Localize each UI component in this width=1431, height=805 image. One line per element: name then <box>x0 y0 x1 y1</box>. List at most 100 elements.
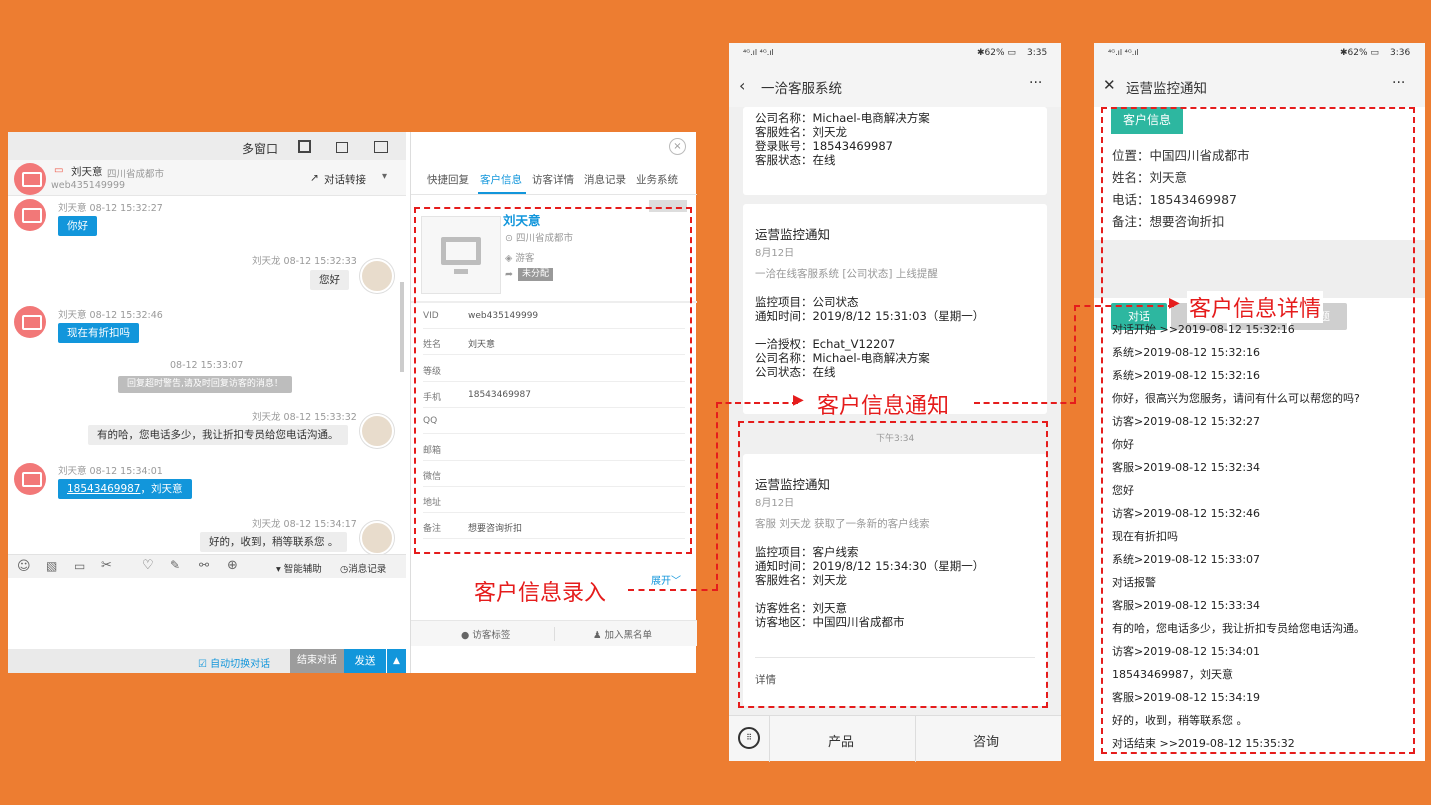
tab-business-system[interactable]: 业务系统 <box>636 172 678 187</box>
folder-icon[interactable]: ▭ <box>74 559 85 573</box>
back-icon[interactable]: ‹ <box>739 76 745 95</box>
battery-status: ✱62% ▭ <box>977 48 1016 58</box>
tab-message-history[interactable]: 消息记录 <box>584 172 626 187</box>
visitor-location: 四川省成都市 <box>107 169 165 180</box>
panel-footer: ● 访客标签 ♟ 加入黑名单 <box>411 620 697 646</box>
annotation-detail: 客户信息详情 <box>1187 291 1324 323</box>
visitor-vid: web435149999 <box>51 180 126 191</box>
chat-header: ▭ 刘天意 四川省成都市 web435149999 ↗ 对话转接 ▾ <box>8 160 406 196</box>
signal-icon: ⁴ᴳ.ıl ⁴ᴳ.ıl <box>743 48 774 57</box>
visitor-avatar <box>14 163 46 195</box>
card-desc: 一洽在线客服系统 [公司状态] 上线提醒 <box>755 268 938 280</box>
clock: 3:36 <box>1390 48 1411 58</box>
notification-card: 公司名称：Michael-电商解决方案 客服姓名：刘天龙 登录账号：185434… <box>743 107 1047 195</box>
expand-button[interactable]: 展开﹀ <box>651 572 681 587</box>
system-time: 08-12 15:33:07 <box>170 360 244 371</box>
history-button[interactable]: ◷消息记录 <box>340 561 386 575</box>
scissors-icon[interactable]: ✂ <box>101 558 112 573</box>
message-meta: 刘天龙 08-12 15:34:17 <box>252 519 357 530</box>
agent-avatar <box>360 521 394 555</box>
battery-status: ✱62% ▭ <box>1340 48 1379 58</box>
nav-bar: ‹ 一洽客服系统 ··· <box>729 65 1061 107</box>
transfer-button[interactable]: 对话转接 <box>324 172 366 187</box>
blacklist-button[interactable]: ♟ 加入黑名单 <box>593 627 652 641</box>
connector-line <box>1074 305 1174 307</box>
message-bubble: 您好 <box>310 270 349 290</box>
connector-line <box>628 589 718 591</box>
status-bar: ⁴ᴳ.ıl ⁴ᴳ.ıl ✱62% ▭ 3:35 <box>729 43 1061 65</box>
highlight-notify-box <box>738 421 1048 708</box>
message-meta: 刘天意 08-12 15:32:46 <box>58 310 163 321</box>
status-bar: ⁴ᴳ.ıl ⁴ᴳ.ıl ✱62% ▭ 3:36 <box>1094 43 1425 65</box>
message-meta: 刘天意 08-12 15:32:27 <box>58 203 163 214</box>
more-icon[interactable]: ··· <box>1029 75 1042 91</box>
link-icon[interactable]: ⚯ <box>199 558 209 572</box>
page-title: 运营监控通知 <box>1126 81 1207 97</box>
menu-consult[interactable]: 咨询 <box>973 731 999 750</box>
message-meta: 刘天意 08-12 15:34:01 <box>58 466 163 477</box>
smart-assist-button[interactable]: ▾ 智能辅助 <box>276 561 322 575</box>
tab-customer-info[interactable]: 客户信息 <box>480 172 522 187</box>
connector-line <box>974 402 1076 404</box>
arrow-icon: ▶ <box>1169 295 1180 311</box>
tile-icon[interactable] <box>374 141 388 153</box>
message-input[interactable] <box>8 578 406 649</box>
connector-line <box>716 402 798 404</box>
tab-quick-reply[interactable]: 快捷回复 <box>427 172 469 187</box>
visitor-tag-button[interactable]: ● 访客标签 <box>461 627 510 641</box>
more-icon[interactable]: ··· <box>1392 75 1405 91</box>
auto-switch-checkbox[interactable]: ☑ 自动切换对话 <box>198 655 270 670</box>
maximize-icon[interactable] <box>298 140 311 153</box>
card-line: 客服状态：在线 <box>755 153 836 167</box>
menu-bar: ⠿ 产品 咨询 <box>729 715 1061 762</box>
monitor-icon: ▭ <box>54 165 64 176</box>
signal-icon: ⁴ᴳ.ıl ⁴ᴳ.ıl <box>1108 48 1139 57</box>
phone-link[interactable]: 18543469987 <box>67 483 141 495</box>
arrow-icon: ▶ <box>793 392 804 408</box>
connector-line <box>716 402 718 590</box>
transfer-icon[interactable]: ↗ <box>310 172 319 184</box>
send-button[interactable]: 发送 <box>344 649 386 673</box>
menu-product[interactable]: 产品 <box>828 731 854 750</box>
chat-panel: 多窗口 ▭ 刘天意 四川省成都市 web435149999 ↗ 对话转接 ▾ 刘… <box>8 132 406 673</box>
message-bubble: 你好 <box>58 216 97 236</box>
chat-footer: ☑ 自动切换对话 结束对话 发送 ▲ <box>8 649 406 673</box>
message-bubble: 好的，收到，稍等联系您 。 <box>200 532 348 552</box>
card-line: 通知时间：2019/8/12 15:31:03（星期一） <box>755 309 985 323</box>
image-icon[interactable]: ▧ <box>46 559 57 573</box>
keyboard-icon[interactable]: ⠿ <box>738 727 760 749</box>
close-icon[interactable]: ✕ <box>1103 76 1116 94</box>
message-meta: 刘天龙 08-12 15:33:32 <box>252 412 357 423</box>
highlight-detail-box <box>1101 107 1415 754</box>
emoji-icon[interactable]: ☺ <box>17 559 31 574</box>
multi-window-menu[interactable]: 多窗口 <box>242 140 278 157</box>
card-line: 公司状态：在线 <box>755 365 836 379</box>
globe-icon[interactable]: ⊕ <box>227 558 238 573</box>
end-chat-button[interactable]: 结束对话 <box>290 649 344 673</box>
scrollbar[interactable] <box>400 282 404 372</box>
notification-card: 运营监控通知 8月12日 一洽在线客服系统 [公司状态] 上线提醒 监控项目：公… <box>743 204 1047 414</box>
restore-icon[interactable] <box>336 142 348 153</box>
message-meta: 刘天龙 08-12 15:32:33 <box>252 256 357 267</box>
message-bubble: 18543469987，刘天意 <box>58 479 192 499</box>
visitor-avatar <box>14 199 46 231</box>
card-title: 运营监控通知 <box>755 227 831 242</box>
tab-visitor-detail[interactable]: 访客详情 <box>532 172 574 187</box>
system-warning: 回复超时警告,请及时回复访客的消息！ <box>118 376 292 393</box>
highlight-entry-box <box>414 207 692 554</box>
edit-icon[interactable]: ✎ <box>170 558 180 572</box>
card-date: 8月12日 <box>755 248 795 259</box>
message-bubble: 现在有折扣吗 <box>58 323 139 343</box>
close-icon[interactable]: × <box>669 138 686 155</box>
input-toolbar: ☺ ▧ ▭ ✂ ♡ ✎ ⚯ ⊕ ▾ 智能辅助 ◷消息记录 <box>8 554 406 578</box>
connector-line <box>1074 305 1076 403</box>
annotation-notify: 客户信息通知 <box>817 394 950 419</box>
heart-icon[interactable]: ♡ <box>142 558 154 573</box>
visitor-avatar <box>14 306 46 338</box>
message-bubble: 有的哈，您电话多少，我让折扣专员给您电话沟通。 <box>88 425 348 445</box>
agent-avatar <box>360 259 394 293</box>
chevron-down-icon[interactable]: ▾ <box>382 171 387 182</box>
window-titlebar: 多窗口 <box>8 132 406 160</box>
send-options-icon[interactable]: ▲ <box>386 649 406 673</box>
chat-title: 一洽客服系统 <box>761 81 842 97</box>
